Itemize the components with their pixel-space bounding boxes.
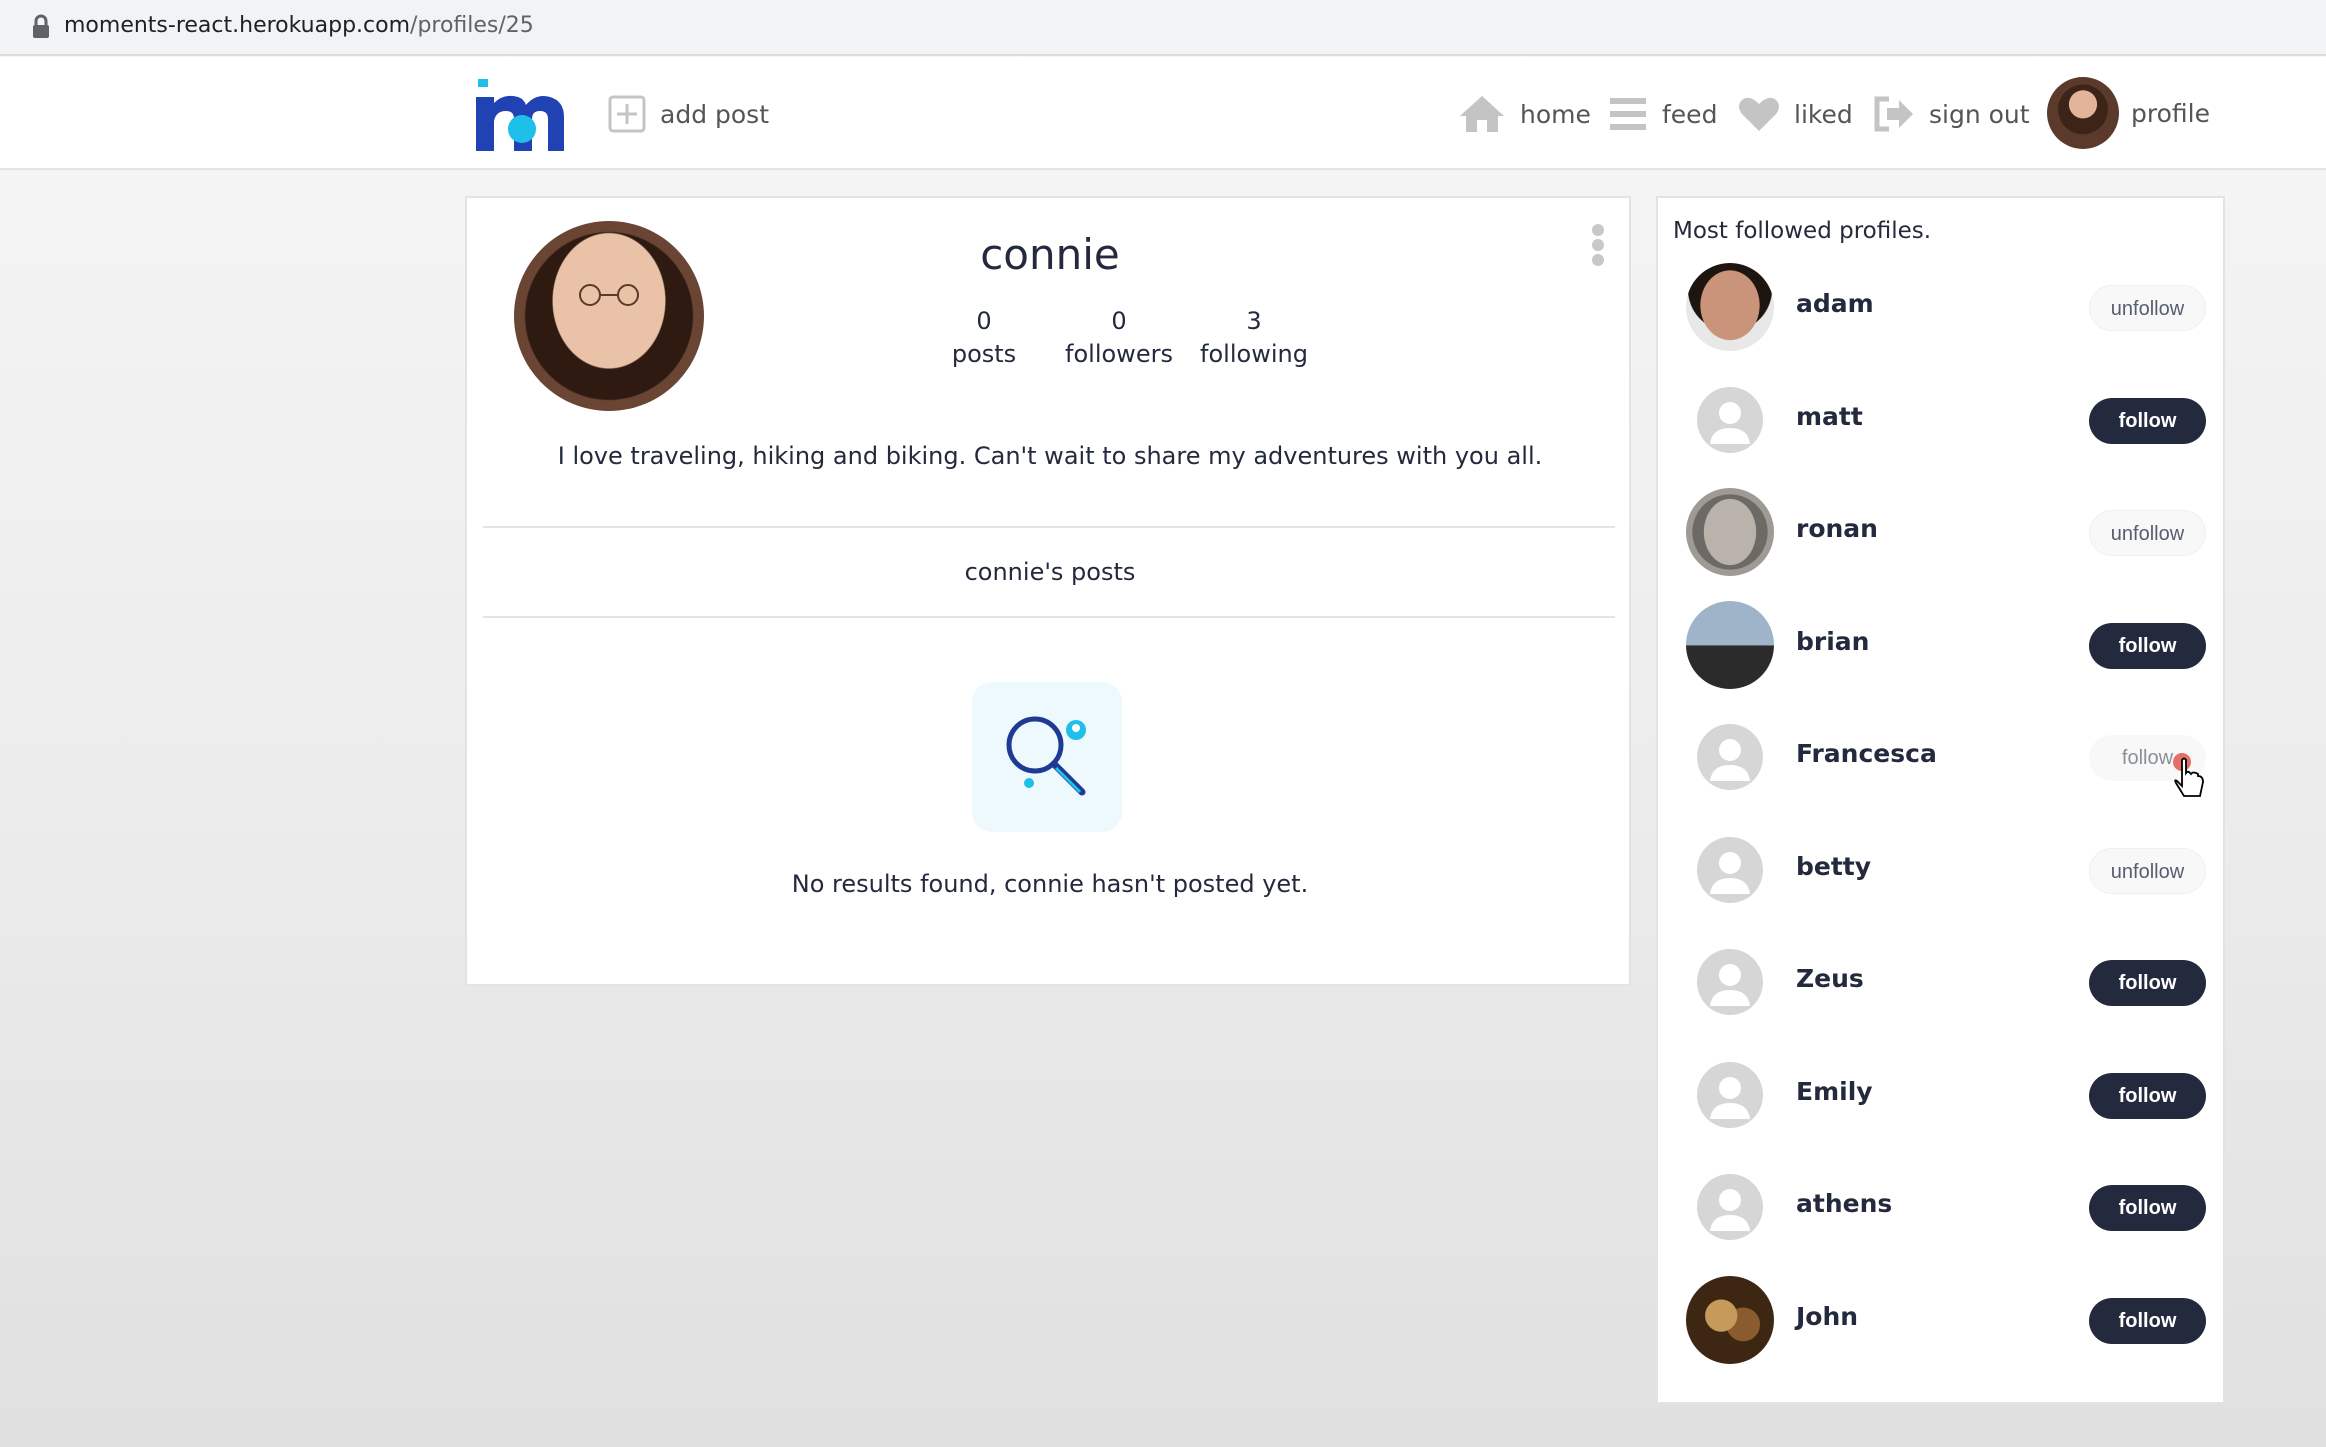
list-item: matt follow — [1658, 375, 2227, 465]
stat-followers: 0 followers — [1049, 306, 1189, 372]
profile-name: connie — [980, 230, 1120, 279]
list-item: adam unfollow — [1658, 262, 2227, 352]
url-path: /profiles/25 — [410, 13, 534, 38]
nav-sign-out[interactable]: sign out — [1873, 93, 2030, 135]
profile-name-link[interactable]: Zeus — [1796, 964, 1864, 993]
nav-profile[interactable]: profile — [2047, 77, 2210, 149]
avatar[interactable] — [1686, 825, 1774, 914]
avatar[interactable] — [1686, 263, 1774, 351]
divider — [483, 616, 1615, 618]
nav-feed[interactable]: feed — [1608, 93, 1717, 135]
follow-button[interactable]: follow — [2089, 1185, 2206, 1231]
home-icon — [1460, 96, 1504, 132]
list-item: Emily follow — [1658, 1050, 2227, 1140]
avatar[interactable] — [1686, 713, 1774, 801]
profile-card: connie 0 posts 0 followers 3 following I… — [465, 196, 1631, 986]
moments-logo-icon[interactable] — [474, 77, 568, 153]
glasses-detail — [579, 284, 639, 306]
list-item: brian follow — [1658, 600, 2227, 690]
list-item: athens follow — [1658, 1162, 2227, 1252]
list-item: betty unfollow — [1658, 825, 2227, 915]
divider — [483, 526, 1615, 528]
sidebar-title: Most followed profiles. — [1673, 218, 1932, 244]
navbar: add post home feed liked sign out profil… — [0, 57, 2326, 170]
follow-button[interactable]: follow — [2089, 1072, 2206, 1119]
sign-out-icon — [1874, 96, 1913, 132]
most-followed-sidebar: Most followed profiles. adam unfollow matt… — [1656, 196, 2225, 1404]
default-avatar-icon — [1697, 836, 1763, 903]
no-results-icon — [972, 682, 1122, 832]
stat-followers-label: followers — [1065, 340, 1173, 368]
unfollow-button[interactable]: unfollow — [2089, 847, 2206, 894]
plus-square-icon — [608, 95, 646, 133]
stat-following-label: following — [1200, 340, 1308, 368]
list-item: Zeus follow — [1658, 937, 2227, 1027]
list-item: John follow — [1658, 1275, 2227, 1365]
stat-following-value: 3 — [1246, 307, 1262, 335]
default-avatar-icon — [1697, 1174, 1763, 1240]
nav-sign-out-label: sign out — [1929, 99, 2030, 129]
avatar[interactable] — [1686, 1050, 1774, 1139]
nav-home[interactable]: home — [1458, 93, 1591, 135]
nav-add-post[interactable]: add post — [608, 93, 769, 135]
default-avatar-icon — [1697, 386, 1763, 453]
list-item: Francesca follow — [1658, 712, 2227, 802]
url-text[interactable]: moments-react.herokuapp.com/profiles/25 — [64, 13, 534, 38]
follow-button[interactable]: follow — [2089, 1297, 2206, 1344]
unfollow-button[interactable]: unfollow — [2089, 285, 2206, 331]
avatar[interactable] — [1686, 1163, 1774, 1251]
avatar — [2047, 77, 2119, 149]
unfollow-button[interactable]: unfollow — [2089, 510, 2206, 556]
profile-name-link[interactable]: Emily — [1796, 1077, 1873, 1106]
more-options-icon[interactable] — [1592, 224, 1606, 266]
avatar[interactable] — [1686, 375, 1774, 464]
list-icon — [1610, 98, 1646, 130]
profile-name-link[interactable]: Francesca — [1796, 739, 1937, 768]
stat-posts-value: 0 — [976, 307, 992, 335]
nav-feed-label: feed — [1662, 99, 1718, 129]
stat-posts: 0 posts — [914, 306, 1054, 372]
follow-button[interactable]: follow — [2089, 622, 2206, 669]
profile-name-link[interactable]: John — [1796, 1302, 1858, 1331]
nav-add-post-label: add post — [660, 99, 769, 129]
lock-icon — [33, 14, 49, 38]
profile-name-link[interactable]: brian — [1796, 627, 1869, 656]
stat-followers-value: 0 — [1111, 307, 1127, 335]
profile-name-link[interactable]: ronan — [1796, 514, 1878, 543]
no-results-message: No results found, connie hasn't posted y… — [791, 870, 1309, 898]
posts-heading: connie's posts — [964, 558, 1136, 586]
browser-address-bar[interactable]: moments-react.herokuapp.com/profiles/25 — [0, 0, 2326, 56]
avatar[interactable] — [1686, 600, 1774, 689]
follow-button[interactable]: follow — [2089, 397, 2206, 444]
avatar[interactable] — [1686, 938, 1774, 1026]
avatar[interactable] — [1686, 488, 1774, 576]
profile-bio: I love traveling, hiking and biking. Can… — [557, 442, 1543, 470]
list-item: ronan unfollow — [1658, 487, 2227, 577]
hand-cursor-icon — [2173, 753, 2204, 797]
url-domain: moments-react.herokuapp.com — [64, 13, 411, 38]
default-avatar-icon — [1697, 724, 1763, 790]
follow-button[interactable]: follow — [2089, 960, 2206, 1006]
nav-home-label: home — [1520, 99, 1591, 129]
profile-name-link[interactable]: adam — [1796, 289, 1874, 318]
default-avatar-icon — [1697, 949, 1763, 1015]
profile-name-link[interactable]: athens — [1796, 1189, 1892, 1218]
nav-profile-label: profile — [2131, 98, 2210, 128]
nav-liked-label: liked — [1794, 99, 1853, 129]
stat-posts-label: posts — [951, 340, 1017, 368]
profile-name-link[interactable]: betty — [1796, 852, 1871, 881]
default-avatar-icon — [1697, 1061, 1763, 1128]
nav-liked[interactable]: liked — [1738, 93, 1853, 135]
stat-following: 3 following — [1184, 306, 1324, 372]
avatar[interactable] — [1686, 1275, 1774, 1364]
heart-icon — [1739, 97, 1779, 131]
profile-name-link[interactable]: matt — [1796, 402, 1863, 431]
